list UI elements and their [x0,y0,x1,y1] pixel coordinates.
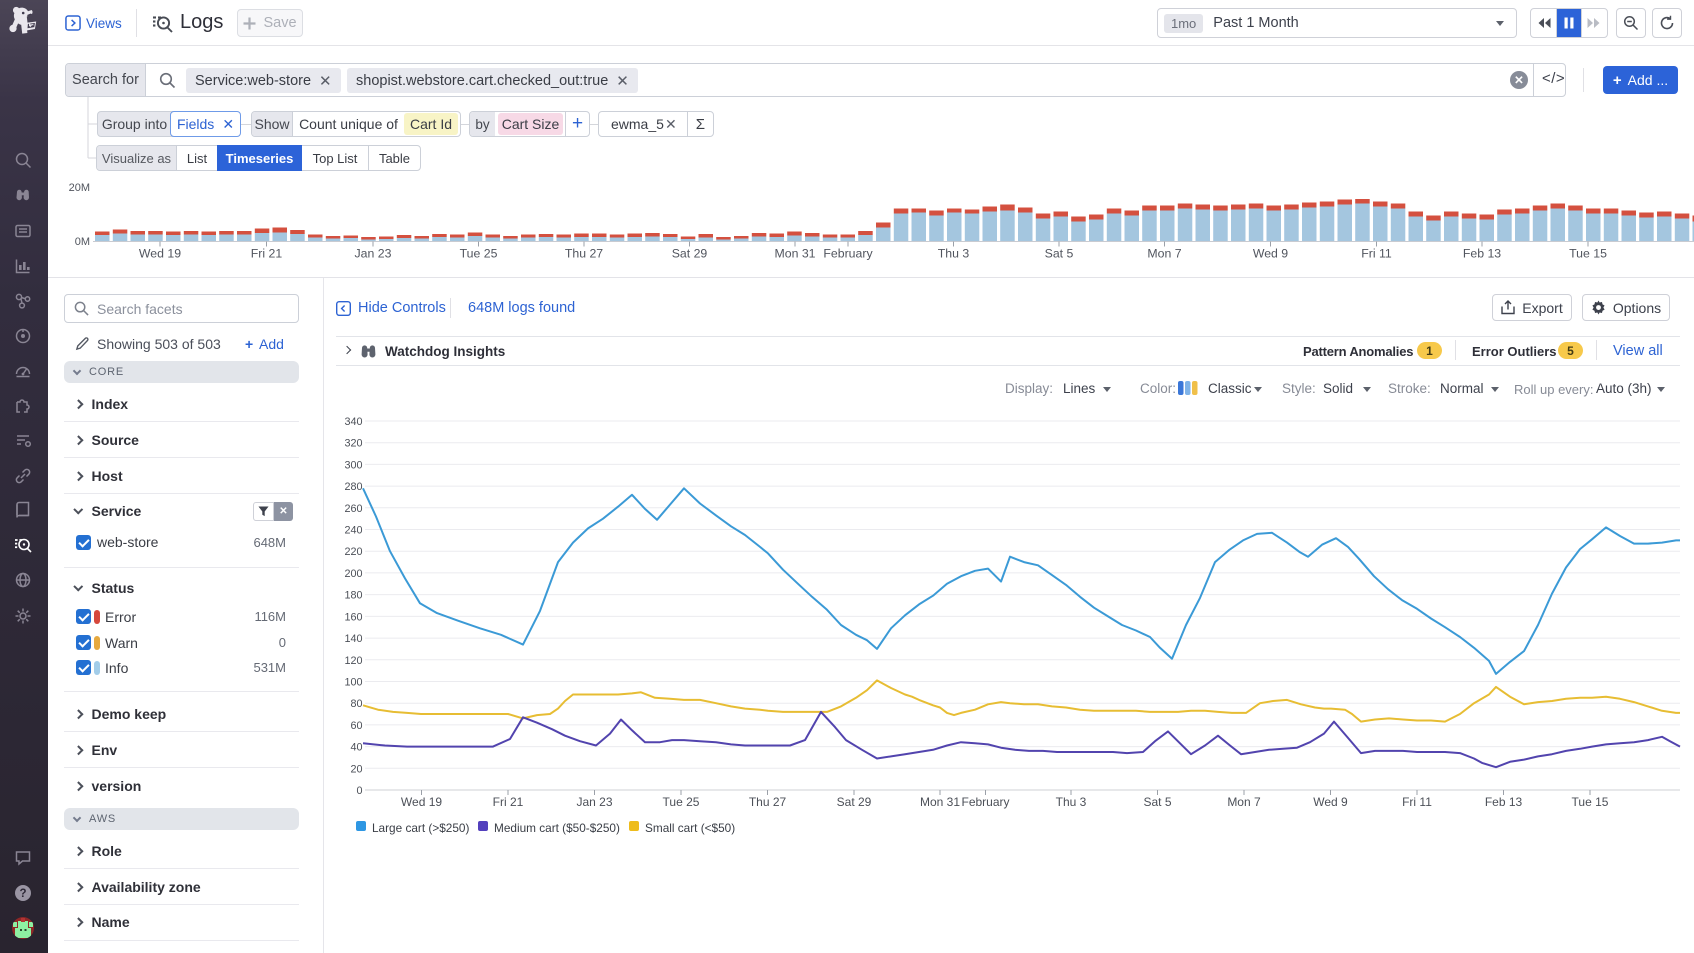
svg-text:Mon 31: Mon 31 [920,795,960,809]
svg-text:340: 340 [344,416,362,428]
svg-text:220: 220 [344,546,362,558]
svg-text:Mon 7: Mon 7 [1227,795,1261,809]
svg-text:Tue 25: Tue 25 [663,795,700,809]
svg-text:Feb 13: Feb 13 [1463,247,1501,261]
svg-text:Sat 29: Sat 29 [672,247,708,261]
svg-text:Sat 29: Sat 29 [837,795,872,809]
svg-text:80: 80 [350,698,362,710]
svg-text:Mon 31: Mon 31 [774,247,815,261]
svg-text:60: 60 [350,720,362,732]
svg-text:180: 180 [344,590,362,602]
svg-text:Wed 9: Wed 9 [1313,795,1348,809]
svg-text:280: 280 [344,481,362,493]
svg-text:Thu 3: Thu 3 [1056,795,1087,809]
svg-text:120: 120 [344,655,362,667]
svg-text:240: 240 [344,525,362,537]
svg-text:Fri 11: Fri 11 [1402,795,1432,809]
svg-text:Jan 23: Jan 23 [576,795,612,809]
svg-text:0: 0 [356,785,362,797]
svg-text:Feb 13: Feb 13 [1485,795,1523,809]
svg-text:Jan 23: Jan 23 [355,247,392,261]
svg-text:Wed 9: Wed 9 [1253,247,1288,261]
svg-text:Tue 25: Tue 25 [460,247,498,261]
svg-text:Wed 19: Wed 19 [139,247,181,261]
svg-text:20M: 20M [69,182,90,194]
svg-text:?: ? [19,888,26,900]
svg-text:200: 200 [344,568,362,580]
svg-text:February: February [961,795,1009,809]
svg-text:Sat 5: Sat 5 [1143,795,1171,809]
svg-text:0M: 0M [75,236,90,248]
svg-text:Thu 27: Thu 27 [565,247,603,261]
svg-text:Sat 5: Sat 5 [1045,247,1074,261]
svg-text:February: February [823,247,873,261]
svg-text:Thu 3: Thu 3 [938,247,970,261]
svg-text:100: 100 [344,677,362,689]
svg-text:Fri 21: Fri 21 [251,247,283,261]
svg-text:Wed 19: Wed 19 [401,795,442,809]
svg-text:260: 260 [344,503,362,515]
svg-text:Mon 7: Mon 7 [1147,247,1181,261]
svg-text:Tue 15: Tue 15 [1569,247,1607,261]
svg-text:20: 20 [350,763,362,775]
svg-text:Fri 11: Fri 11 [1361,247,1392,261]
svg-text:300: 300 [344,459,362,471]
svg-text:320: 320 [344,438,362,450]
svg-text:Tue 15: Tue 15 [1572,795,1609,809]
svg-text:Thu 27: Thu 27 [749,795,787,809]
svg-text:160: 160 [344,611,362,623]
svg-text:140: 140 [344,633,362,645]
svg-text:Fri 21: Fri 21 [493,795,524,809]
svg-text:40: 40 [350,742,362,754]
